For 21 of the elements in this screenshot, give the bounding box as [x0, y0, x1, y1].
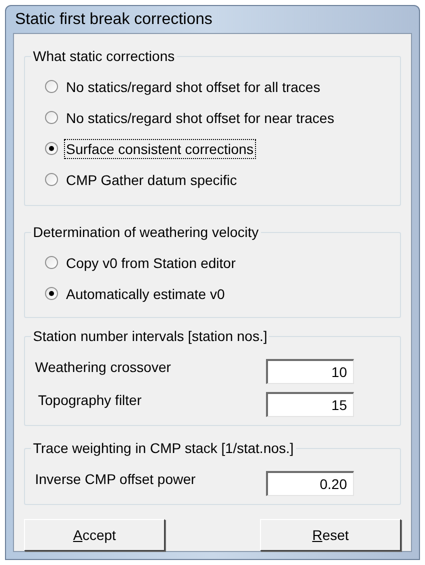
radio-label[interactable]: No statics/regard shot offset for all traces — [64, 76, 322, 96]
radio-button[interactable] — [45, 173, 58, 186]
dialog-button[interactable]: Accept — [24, 519, 165, 551]
input-field[interactable]: 15 — [266, 392, 354, 417]
dialog-button[interactable]: Reset — [260, 519, 401, 551]
radio-label[interactable]: CMP Gather datum specific — [64, 170, 239, 190]
radio-button[interactable] — [45, 80, 58, 93]
radio-button[interactable] — [45, 256, 58, 269]
field-label: Inverse CMP offset power — [35, 470, 196, 489]
input-field[interactable]: 10 — [266, 359, 354, 384]
radio-button[interactable] — [45, 111, 58, 124]
radio-label[interactable]: No statics/regard shot offset for near traces — [64, 108, 336, 128]
radio-label[interactable]: Surface consistent corrections — [64, 138, 256, 158]
radio-button[interactable] — [45, 287, 58, 300]
field-label: Weathering crossover — [35, 358, 171, 377]
radio-button[interactable] — [45, 142, 58, 155]
window-title: Static first break corrections — [14, 10, 214, 30]
radio-label[interactable]: Copy v0 from Station editor — [64, 252, 238, 272]
field-label: Topography filter — [37, 391, 142, 410]
radio-label[interactable]: Automatically estimate v0 — [64, 284, 227, 304]
input-field[interactable]: 0.20 — [266, 471, 354, 496]
